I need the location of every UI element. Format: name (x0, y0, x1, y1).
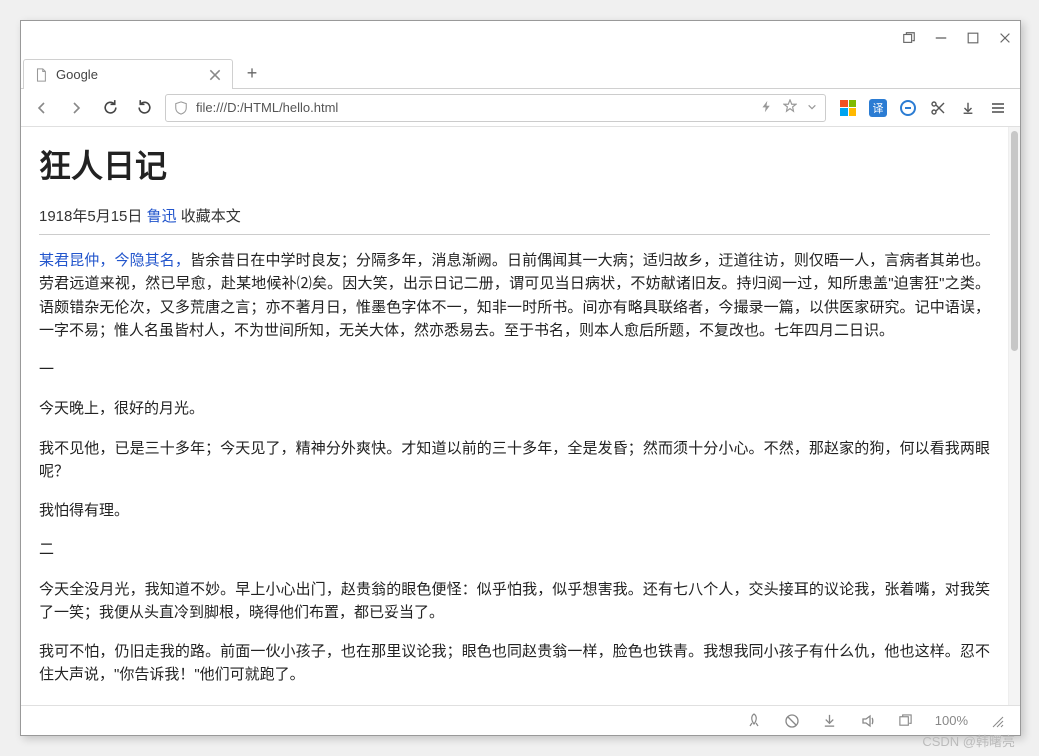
article-body: 某君昆仲，今隐其名，皆余昔日在中学时良友；分隔多年，消息渐阙。日前偶闻其一大病；… (39, 249, 990, 705)
urlbar-actions (760, 99, 817, 116)
toolbar: file:///D:/HTML/hello.html 译 (21, 89, 1020, 127)
section-marker: 二 (39, 538, 990, 561)
flash-icon[interactable] (760, 100, 773, 116)
tab-strip: Google + (21, 55, 1020, 89)
windows-icon[interactable] (897, 712, 915, 730)
paragraph: 今天全没月光，我知道不妙。早上小心出门，赵贵翁的眼色便怪：似乎怕我，似乎想害我。… (39, 578, 990, 625)
page-content: 狂人日记 1918年5月15日 鲁迅 收藏本文 某君昆仲，今隐其名，皆余昔日在中… (21, 127, 1008, 705)
paragraph: 我想：我同赵贵翁有什么仇，同路上的人又有什么仇；只有廿年以前，把古久先生的陈年流… (39, 703, 990, 706)
new-tab-button[interactable]: + (237, 58, 267, 88)
menu-button[interactable] (988, 98, 1008, 118)
minimize-button[interactable] (932, 29, 950, 47)
publish-date: 1918年5月15日 (39, 208, 142, 225)
paragraph: 今天晚上，很好的月光。 (39, 397, 990, 420)
url-text: file:///D:/HTML/hello.html (196, 100, 752, 115)
paragraph: 我不见他，已是三十多年；今天见了，精神分外爽快。才知道以前的三十多年，全是发昏；… (39, 437, 990, 484)
intro-link[interactable]: 某君昆仲，今隐其名， (39, 252, 190, 269)
paragraph: 我怕得有理。 (39, 499, 990, 522)
meta-line: 1918年5月15日 鲁迅 收藏本文 (39, 205, 990, 235)
block-icon[interactable] (783, 712, 801, 730)
download-icon[interactable] (958, 98, 978, 118)
zoom-label[interactable]: 100% (935, 712, 968, 730)
overlay-icon[interactable] (900, 29, 918, 47)
scissors-icon[interactable] (928, 98, 948, 118)
forward-button[interactable] (63, 95, 89, 121)
status-bar: 100% (21, 705, 1020, 735)
close-window-button[interactable] (996, 29, 1014, 47)
page-title: 狂人日记 (39, 141, 990, 187)
tab-close-button[interactable] (208, 68, 222, 82)
author-link[interactable]: 鲁迅 (147, 208, 177, 225)
maximize-button[interactable] (964, 29, 982, 47)
tab-title: Google (56, 67, 200, 82)
collect-text: 收藏本文 (181, 208, 241, 225)
browser-tab[interactable]: Google (23, 59, 233, 89)
download-status-icon[interactable] (821, 712, 839, 730)
adblock-icon[interactable] (898, 98, 918, 118)
content-area: 狂人日记 1918年5月15日 鲁迅 收藏本文 某君昆仲，今隐其名，皆余昔日在中… (21, 127, 1020, 705)
restore-button[interactable] (131, 95, 157, 121)
microsoft-icon[interactable] (838, 98, 858, 118)
window-titlebar (21, 21, 1020, 55)
extension-icons: 译 (834, 98, 1012, 118)
sound-icon[interactable] (859, 712, 877, 730)
vertical-scrollbar[interactable] (1008, 127, 1020, 705)
scrollbar-thumb[interactable] (1011, 131, 1018, 351)
translate-icon[interactable]: 译 (868, 98, 888, 118)
address-bar[interactable]: file:///D:/HTML/hello.html (165, 94, 826, 122)
section-marker: 一 (39, 358, 990, 381)
browser-window: Google + file:///D:/HTML/hello.html 译 (20, 20, 1021, 736)
paragraph: 某君昆仲，今隐其名，皆余昔日在中学时良友；分隔多年，消息渐阙。日前偶闻其一大病；… (39, 249, 990, 342)
shield-icon (174, 101, 188, 115)
back-button[interactable] (29, 95, 55, 121)
rocket-icon[interactable] (745, 712, 763, 730)
page-favicon (34, 68, 48, 82)
resize-handle[interactable] (988, 712, 1006, 730)
paragraph: 我可不怕，仍旧走我的路。前面一伙小孩子，也在那里议论我；眼色也同赵贵翁一样，脸色… (39, 640, 990, 687)
chevron-down-icon[interactable] (807, 100, 817, 115)
reload-button[interactable] (97, 95, 123, 121)
star-icon[interactable] (783, 99, 797, 116)
